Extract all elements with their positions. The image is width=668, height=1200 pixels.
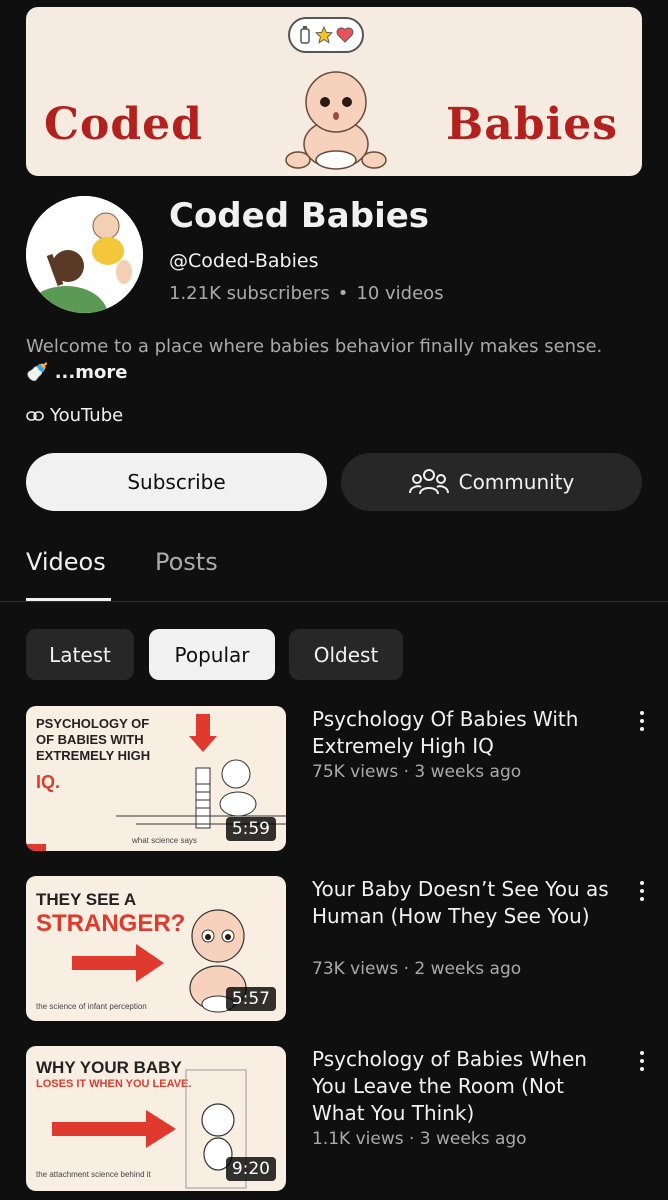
channel-link[interactable]: YouTube [26, 405, 123, 426]
channel-avatar[interactable] [26, 196, 143, 313]
channel-stats: 1.21K subscribers • 10 videos [169, 283, 444, 304]
video-meta: 75K views · 3 weeks ago [312, 762, 522, 782]
community-button[interactable]: Community [341, 453, 642, 511]
video-item[interactable]: WHY YOUR BABY LOSES IT WHEN YOU LEAVE. t… [26, 1046, 656, 1191]
more-options-icon[interactable] [632, 708, 652, 734]
video-duration: 5:59 [225, 817, 276, 841]
channel-handle: @Coded-Babies [169, 250, 319, 272]
community-label: Community [458, 470, 575, 494]
tab-posts[interactable]: Posts [155, 548, 218, 576]
video-duration: 9:20 [225, 1157, 276, 1181]
more-options-icon[interactable] [632, 878, 652, 904]
thumb-caption: the science of infant perception [36, 1002, 147, 1011]
tab-divider [0, 601, 668, 602]
video-duration: 5:57 [225, 987, 276, 1011]
tab-videos[interactable]: Videos [26, 548, 106, 576]
more-options-icon[interactable] [632, 1048, 652, 1074]
video-item[interactable]: THEY SEE A STRANGER? the science of infa… [26, 876, 656, 1021]
banner-left-text: Coded [44, 99, 203, 150]
stats-separator: • [337, 283, 349, 304]
video-title[interactable]: Psychology Of Babies With Extremely High… [312, 706, 622, 760]
video-thumbnail[interactable]: THEY SEE A STRANGER? the science of infa… [26, 876, 286, 1021]
video-title[interactable]: Psychology of Babies When You Leave the … [312, 1046, 622, 1127]
subscribe-button[interactable]: Subscribe [26, 453, 327, 511]
video-count: 10 videos [356, 283, 444, 304]
video-item[interactable]: PSYCHOLOGY OF OF BABIES WITH EXTREMELY H… [26, 706, 656, 851]
more-link[interactable]: ...more [48, 362, 128, 383]
chip-latest[interactable]: Latest [26, 629, 134, 680]
channel-description[interactable]: Welcome to a place where babies behavior… [26, 334, 626, 386]
channel-link-label: YouTube [50, 405, 124, 426]
channel-name: Coded Babies [169, 196, 430, 236]
video-title[interactable]: Your Baby Doesn’t See You as Human (How … [312, 876, 622, 930]
link-icon [26, 410, 44, 421]
thumb-caption: the attachment science behind it [36, 1170, 151, 1179]
baby-illustration-icon [285, 71, 387, 170]
thumb-caption: what science says [132, 836, 197, 845]
community-icon [408, 469, 449, 495]
video-meta: 1.1K views · 3 weeks ago [312, 1129, 527, 1149]
banner-right-text: Babies [446, 99, 618, 150]
chip-popular[interactable]: Popular [149, 629, 275, 680]
video-meta: 73K views · 2 weeks ago [312, 959, 522, 979]
channel-banner: Coded Babies [26, 7, 642, 176]
subscriber-count: 1.21K subscribers [169, 283, 330, 304]
chip-oldest[interactable]: Oldest [289, 629, 403, 680]
thought-bubble-icon [288, 17, 364, 53]
video-thumbnail[interactable]: PSYCHOLOGY OF OF BABIES WITH EXTREMELY H… [26, 706, 286, 851]
video-thumbnail[interactable]: WHY YOUR BABY LOSES IT WHEN YOU LEAVE. t… [26, 1046, 286, 1191]
